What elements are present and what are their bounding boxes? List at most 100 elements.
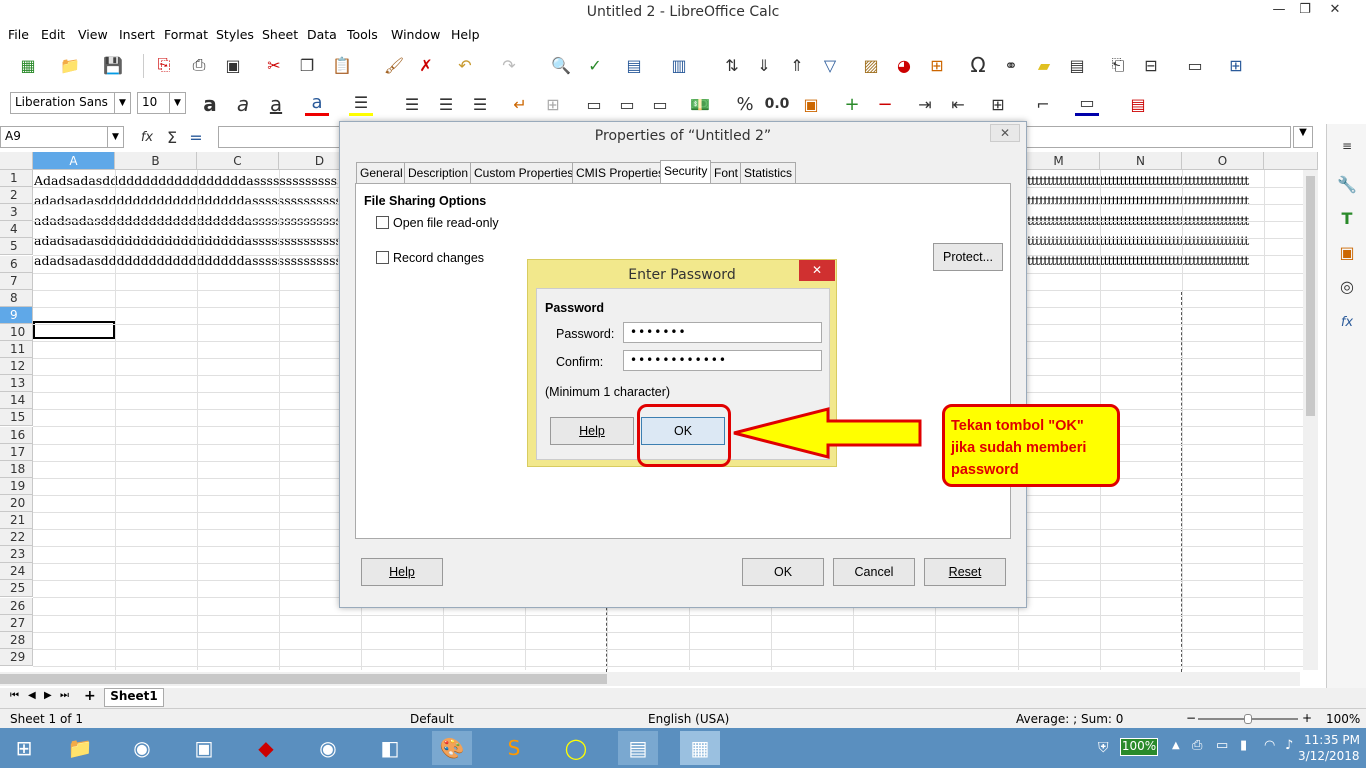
hyperlink-icon[interactable]: ⚭ — [999, 53, 1023, 77]
cell-a4[interactable]: adadsadasddddddddddddddddddassssssssssss… — [34, 233, 338, 248]
start-icon[interactable]: ⊞ — [4, 731, 44, 765]
row-header[interactable]: 5 — [0, 238, 33, 256]
first-sheet-icon[interactable]: ⏮ — [10, 690, 19, 701]
font-name-box[interactable]: Liberation Sans ▼ — [10, 92, 131, 114]
column-header-n[interactable]: N — [1100, 152, 1182, 170]
app2-icon[interactable]: ◧ — [370, 731, 410, 765]
menu-file[interactable]: File — [8, 27, 29, 42]
cell-m4[interactable]: tttttttttttttttttttttttttttttttttttttttt… — [1027, 233, 1303, 248]
menu-view[interactable]: View — [78, 27, 108, 42]
sidebar-menu-icon[interactable]: ≡ — [1335, 134, 1359, 158]
app3-icon[interactable]: ◯ — [556, 731, 596, 765]
row-header[interactable]: 19 — [0, 477, 33, 495]
chrome2-icon[interactable]: ◉ — [308, 731, 348, 765]
print-preview-icon[interactable]: ▣ — [221, 53, 245, 77]
prev-sheet-icon[interactable]: ◀ — [28, 690, 36, 701]
cell-m2[interactable]: tttttttttttttttttttttttttttttttttttttttt… — [1027, 193, 1303, 208]
calc-icon[interactable]: ▦ — [680, 731, 720, 765]
zoom-level[interactable]: 100% — [1326, 712, 1360, 726]
bold-icon[interactable]: a — [198, 92, 222, 116]
row-header[interactable]: 28 — [0, 631, 33, 649]
conditional-format-icon[interactable]: ▤ — [1126, 92, 1150, 116]
battery-badge[interactable]: 100% — [1120, 738, 1158, 756]
expand-formula-icon[interactable]: ▼ — [1293, 126, 1313, 148]
percent-icon[interactable]: % — [733, 92, 757, 116]
row-header[interactable]: 1 — [0, 170, 33, 187]
font-size-box[interactable]: 10 ▼ — [137, 92, 186, 114]
cancel-button[interactable]: Cancel — [833, 558, 915, 586]
cell-m1[interactable]: tttttttttttttttttttttttttttttttttttttttt… — [1027, 173, 1303, 188]
cmd-icon[interactable]: ▣ — [184, 731, 224, 765]
menu-help[interactable]: Help — [451, 27, 480, 42]
align-left-icon[interactable]: ☰ — [400, 92, 424, 116]
row-icon[interactable]: ▤ — [622, 53, 646, 77]
cut-icon[interactable]: ✂ — [262, 53, 286, 77]
gallery-icon[interactable]: ▣ — [1335, 240, 1359, 264]
last-sheet-icon[interactable]: ⏭ — [60, 690, 69, 701]
split-window-icon[interactable]: ▭ — [1183, 53, 1207, 77]
row-header[interactable]: 17 — [0, 443, 33, 461]
define-print-area-icon[interactable]: ⎗ — [1106, 53, 1130, 77]
read-only-label[interactable]: Open file read-only — [393, 216, 499, 230]
borders-icon[interactable]: ⊞ — [986, 92, 1010, 116]
tab-description[interactable]: Description — [404, 162, 473, 184]
maximize-button[interactable]: ❐ — [1292, 2, 1318, 17]
row-header[interactable]: 27 — [0, 614, 33, 632]
date-icon[interactable]: ▣ — [799, 92, 823, 116]
zoom-in-icon[interactable]: + — [1302, 711, 1312, 725]
menu-styles[interactable]: Styles — [216, 27, 254, 42]
corner-select[interactable] — [0, 152, 33, 170]
row-header[interactable]: 29 — [0, 648, 33, 666]
network-icon[interactable]: ▭ — [1216, 738, 1228, 753]
confirm-input[interactable]: •••••••••••• — [623, 350, 822, 371]
center-vertically-icon[interactable]: ▭ — [615, 92, 639, 116]
column-header-a[interactable]: A — [33, 152, 115, 170]
close-icon[interactable]: ✕ — [799, 260, 835, 281]
column-header-c[interactable]: C — [197, 152, 279, 170]
menu-insert[interactable]: Insert — [119, 27, 155, 42]
save-icon[interactable]: 💾 — [101, 53, 125, 77]
row-header[interactable]: 16 — [0, 426, 33, 444]
delete-decimal-icon[interactable]: − — [873, 92, 897, 116]
column-icon[interactable]: ▥ — [667, 53, 691, 77]
row-header[interactable]: 7 — [0, 272, 33, 290]
border-color-icon[interactable]: ▭ — [1075, 92, 1099, 116]
menu-format[interactable]: Format — [164, 27, 208, 42]
show-draw-functions-icon[interactable]: ⊞ — [1224, 53, 1248, 77]
row-header[interactable]: 10 — [0, 323, 33, 341]
clock-time[interactable]: 11:35 PM — [1304, 733, 1360, 747]
read-only-checkbox[interactable] — [376, 216, 389, 229]
column-header-p[interactable] — [1264, 152, 1318, 170]
copy-icon[interactable]: ❐ — [295, 53, 319, 77]
styles-icon[interactable]: T — [1335, 206, 1359, 230]
row-header[interactable]: 11 — [0, 341, 33, 358]
properties-icon[interactable]: 🔧 — [1335, 172, 1359, 196]
sheet-tab[interactable]: Sheet1 — [104, 688, 164, 707]
tab-general[interactable]: General — [356, 162, 407, 184]
reset-button[interactable]: Reset — [924, 558, 1006, 586]
row-header[interactable]: 22 — [0, 529, 33, 547]
undo-icon[interactable]: ↶ — [453, 53, 477, 77]
align-center-icon[interactable]: ☰ — [434, 92, 458, 116]
close-icon[interactable]: ✕ — [990, 124, 1020, 142]
export-pdf-icon[interactable]: ⎘ — [152, 53, 176, 77]
menu-sheet[interactable]: Sheet — [262, 27, 298, 42]
sum-icon[interactable]: Σ — [160, 125, 184, 149]
freeze-icon[interactable]: ⊟ — [1139, 53, 1163, 77]
wrap-text-icon[interactable]: ↵ — [508, 92, 532, 116]
paste-icon[interactable]: 📋 — [330, 53, 354, 77]
record-changes-label[interactable]: Record changes — [393, 251, 484, 265]
print-status-icon[interactable]: ⎙ — [1192, 738, 1202, 753]
clock-date[interactable]: 3/12/2018 — [1298, 749, 1360, 763]
italic-icon[interactable]: a — [231, 92, 255, 116]
column-header-b[interactable]: B — [115, 152, 197, 170]
align-top-icon[interactable]: ▭ — [582, 92, 606, 116]
function-wizard-icon[interactable]: fx — [135, 125, 159, 149]
row-header[interactable]: 26 — [0, 597, 33, 615]
horizontal-scrollbar[interactable] — [0, 672, 1300, 686]
function-icon[interactable]: = — [184, 125, 208, 149]
ok-button[interactable]: OK — [742, 558, 824, 586]
font-color-icon[interactable]: a — [305, 92, 329, 116]
tab-cmis-properties[interactable]: CMIS Properties — [572, 162, 669, 184]
add-decimal-icon[interactable]: + — [840, 92, 864, 116]
